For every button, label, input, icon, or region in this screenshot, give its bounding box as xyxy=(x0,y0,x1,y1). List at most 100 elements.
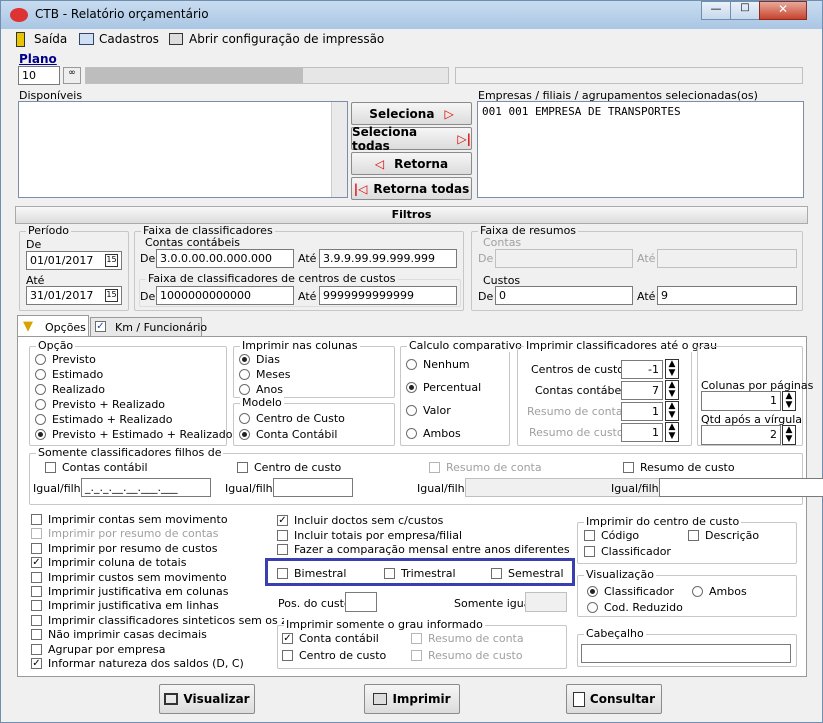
mid-check-2-checkbox[interactable] xyxy=(277,544,288,555)
pos-custo-input[interactable] xyxy=(345,592,377,612)
print-button[interactable]: Imprimir xyxy=(364,684,460,714)
comp-3-radio[interactable] xyxy=(406,428,417,439)
menu-print-config[interactable]: Abrir configuração de impressão xyxy=(189,32,384,46)
left-check-2-checkbox[interactable] xyxy=(31,542,42,554)
grau-row-input[interactable]: 1 xyxy=(621,402,663,421)
periodic-2-checkbox[interactable] xyxy=(491,568,502,579)
pages-dec-spinner-icon[interactable]: ▲ ▼ xyxy=(782,425,796,445)
selected-item[interactable]: 001 001 EMPRESA DE TRANSPORTES xyxy=(482,105,681,118)
query-button[interactable]: Consultar xyxy=(566,684,662,714)
binoculars-icon[interactable]: ∞ xyxy=(63,67,81,84)
select-all-button[interactable]: Seleciona todas ▷| xyxy=(351,124,472,153)
periodic-1-checkbox[interactable] xyxy=(384,568,395,579)
children-3-checkbox[interactable] xyxy=(623,462,634,473)
selected-list[interactable]: 001 001 EMPRESA DE TRANSPORTES xyxy=(477,101,804,198)
left-check-7-checkbox[interactable] xyxy=(31,614,42,626)
opcao-1-radio[interactable] xyxy=(35,369,46,380)
mid-check-1-checkbox[interactable] xyxy=(277,529,288,541)
left-check-0-checkbox[interactable] xyxy=(31,514,42,525)
comp-1-radio[interactable] xyxy=(406,382,417,393)
left-check-4-checkbox[interactable] xyxy=(31,571,42,583)
cc-to-input[interactable]: 9999999999999 xyxy=(319,286,457,305)
children-eq-label: Igual/filho xyxy=(33,482,88,495)
accounts-from-input[interactable]: 3.0.0.00.00.000.000 xyxy=(156,249,294,268)
periodic-0-checkbox[interactable] xyxy=(277,568,288,579)
available-list[interactable] xyxy=(18,101,348,198)
left-check-10-checkbox[interactable]: ✓ xyxy=(31,658,42,669)
return-all-button[interactable]: |◁ Retorna todas xyxy=(351,177,472,200)
grau-row-label: Resumo de contas xyxy=(527,405,629,418)
children-2-checkbox[interactable] xyxy=(429,462,440,473)
comp-2-radio[interactable] xyxy=(406,405,417,416)
column-2-radio[interactable] xyxy=(239,384,250,395)
comp-3-label: Ambos xyxy=(423,427,461,440)
left-check-5-label: Imprimir justificativa em colunas xyxy=(48,585,229,598)
column-1-radio[interactable] xyxy=(239,369,250,380)
left-check-9-checkbox[interactable] xyxy=(31,643,42,655)
menu-registers[interactable]: Cadastros xyxy=(99,32,159,46)
opcao-5-radio[interactable] xyxy=(35,429,46,440)
opcao-3-radio[interactable] xyxy=(35,399,46,410)
grau-row-input[interactable]: 7 xyxy=(621,381,663,400)
close-button[interactable]: ✕ xyxy=(759,1,807,20)
plano-description xyxy=(85,67,449,84)
opcao-2-radio[interactable] xyxy=(35,384,46,395)
left-check-5-checkbox[interactable] xyxy=(31,586,42,597)
left-check-8-checkbox[interactable] xyxy=(31,629,42,641)
cc-print-label: Imprimir do centro de custo xyxy=(584,515,742,528)
opcao-4-radio[interactable] xyxy=(35,414,46,425)
summary-accounts-to[interactable] xyxy=(657,249,797,268)
grau-row-input[interactable]: -1 xyxy=(621,360,663,379)
tab-options[interactable]: ▼ Opções xyxy=(17,315,89,337)
children-eq-input[interactable] xyxy=(659,478,823,497)
comp-0-radio[interactable] xyxy=(406,359,417,370)
pages-cols-spinner-icon[interactable]: ▲ ▼ xyxy=(782,391,796,411)
somente-igual-input[interactable] xyxy=(525,592,567,612)
opcao-0-radio[interactable] xyxy=(35,354,46,365)
left-check-3-checkbox[interactable]: ✓ xyxy=(31,557,42,569)
minimize-button[interactable]: — xyxy=(701,1,731,20)
select-button[interactable]: Seleciona ▷ xyxy=(351,102,472,125)
children-eq-input[interactable] xyxy=(273,478,353,497)
return-button[interactable]: ◁ Retorna xyxy=(351,152,472,175)
calendar-icon[interactable]: 15 xyxy=(105,254,118,267)
return-label: Retorna xyxy=(394,156,449,171)
summary-costs-to[interactable]: 9 xyxy=(657,286,797,305)
accounts-to-input[interactable]: 3.9.9.99.99.999.999 xyxy=(319,249,457,268)
available-scrollbar[interactable] xyxy=(331,102,347,197)
modelo-1-radio[interactable] xyxy=(239,429,250,440)
modelo-0-radio[interactable] xyxy=(239,413,250,424)
grau-spinner-icon[interactable]: ▲ ▼ xyxy=(665,359,679,379)
summary-accounts-from[interactable] xyxy=(495,249,633,268)
summary-costs-from[interactable]: 0 xyxy=(495,286,633,305)
mid-check-0-checkbox[interactable]: ✓ xyxy=(277,515,288,526)
cc-from-label: De xyxy=(140,290,156,303)
pages-dec-input[interactable]: 2 xyxy=(701,425,781,445)
header-input[interactable] xyxy=(581,644,791,663)
view-button[interactable]: Visualizar xyxy=(159,684,255,714)
tab-km[interactable]: ✓ Km / Funcionário xyxy=(90,317,207,337)
children-1-checkbox[interactable] xyxy=(237,462,248,473)
left-check-6-checkbox[interactable] xyxy=(31,600,42,612)
comparativo-label: Calculo comparativo xyxy=(407,339,524,352)
grau-row-label: Contas contábeis xyxy=(535,384,631,397)
column-0-radio[interactable] xyxy=(239,354,250,365)
grau-row-label: Centros de custos xyxy=(531,363,630,376)
period-from-label: De xyxy=(26,238,42,251)
pages-cols-input[interactable]: 1 xyxy=(701,391,781,411)
left-check-2-label: Imprimir por resumo de custos xyxy=(48,541,218,555)
grau-row-input[interactable]: 1 xyxy=(621,423,663,442)
cc-from-input[interactable]: 1000000000000 xyxy=(156,286,294,305)
select-all-label: Seleciona todas xyxy=(352,124,418,153)
grau-spinner-icon[interactable]: ▲ ▼ xyxy=(665,401,679,421)
calendar-icon[interactable]: 15 xyxy=(105,289,118,302)
grau-row-label: Resumo de custos xyxy=(529,426,630,439)
left-check-1-checkbox[interactable] xyxy=(31,528,42,540)
grau-spinner-icon[interactable]: ▲ ▼ xyxy=(665,380,679,400)
menu-exit[interactable]: Saída xyxy=(34,32,67,46)
grau-spinner-icon[interactable]: ▲ ▼ xyxy=(665,422,679,442)
maximize-button[interactable]: □ xyxy=(730,1,760,20)
children-eq-input[interactable]: _._._.__.__.___.___ xyxy=(81,478,211,497)
children-0-checkbox[interactable] xyxy=(45,462,56,473)
plano-input[interactable]: 10 xyxy=(18,66,60,85)
